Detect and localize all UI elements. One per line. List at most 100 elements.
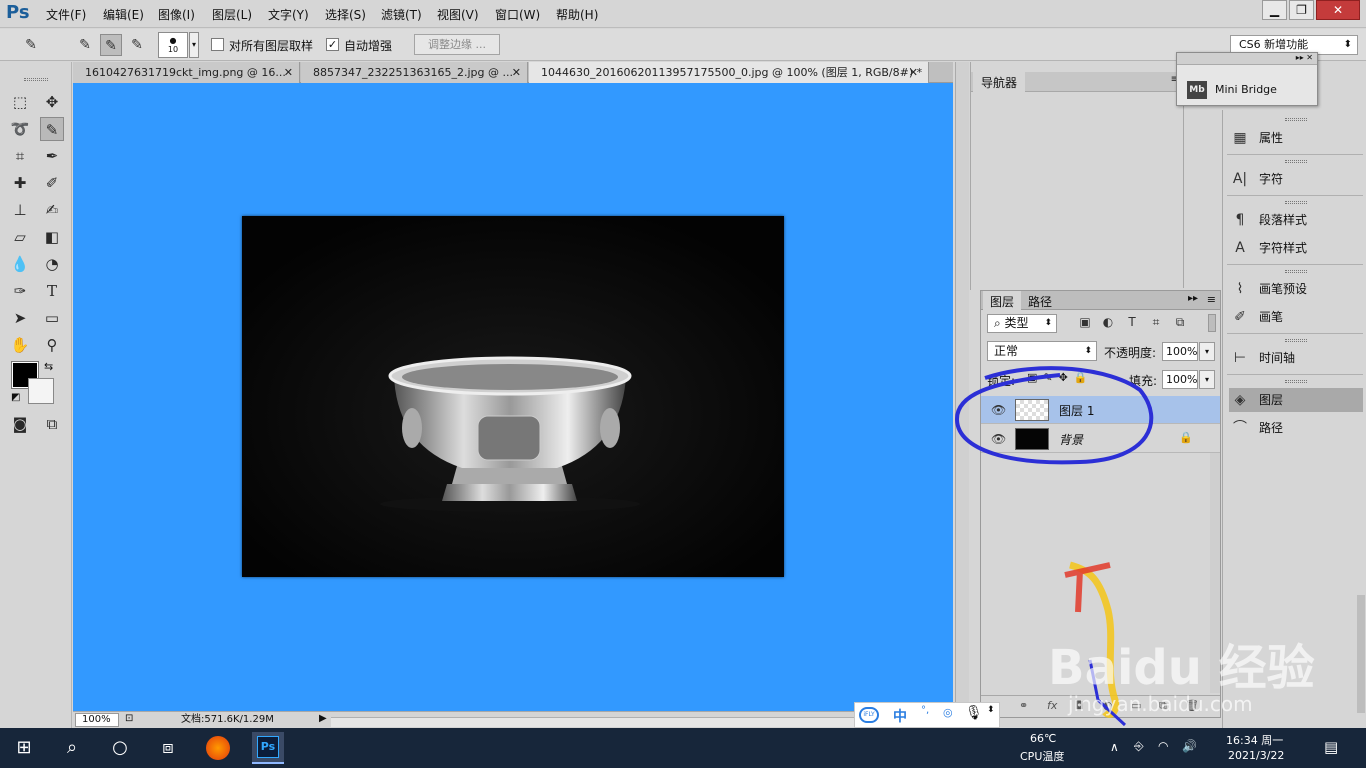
healing-brush-tool-icon[interactable]: ✚	[8, 171, 32, 195]
close-icon[interactable]: ✕	[909, 62, 918, 83]
menu-view[interactable]: 视图(V)	[437, 6, 479, 23]
quick-mask-icon[interactable]: ◙	[8, 412, 32, 436]
menu-window[interactable]: 窗口(W)	[495, 6, 540, 23]
background-color-swatch[interactable]	[28, 378, 54, 404]
clone-stamp-tool-icon[interactable]: ⊥	[8, 198, 32, 222]
search-icon[interactable]: ⌕	[60, 736, 84, 760]
volume-icon[interactable]: 🔊	[1182, 739, 1197, 753]
hand-tool-icon[interactable]: ✋	[8, 333, 32, 357]
collapse-icon[interactable]: ▸▸	[1296, 53, 1304, 62]
eraser-tool-icon[interactable]: ▱	[8, 225, 32, 249]
document-image[interactable]	[242, 216, 784, 577]
pen-tool-icon[interactable]: ✑	[8, 279, 32, 303]
default-colors-icon[interactable]: ◩	[11, 392, 20, 403]
visibility-eye-icon[interactable]: 👁	[991, 432, 1006, 446]
tab-paths[interactable]: 路径	[1021, 291, 1059, 310]
task-view-icon[interactable]: ⧈	[156, 736, 180, 760]
panel-dock-divider[interactable]	[955, 62, 969, 728]
visibility-eye-icon[interactable]: 👁	[991, 403, 1006, 417]
panel-paths[interactable]: ⌒ 路径	[1229, 416, 1363, 440]
filter-smart-object-icon[interactable]: ⧉	[1171, 315, 1189, 332]
doc-tab-2[interactable]: 8857347_232251363165_2.jpg @ ... ✕	[301, 62, 528, 83]
layer-style-fx-button[interactable]: fx	[1047, 699, 1057, 712]
panel-brush[interactable]: ✐ 画笔	[1229, 305, 1363, 329]
panel-scrollbar[interactable]	[1357, 595, 1365, 713]
clock-date[interactable]: 2021/3/22	[1228, 749, 1284, 762]
close-icon[interactable]: ✕	[284, 62, 293, 83]
show-hidden-icons-icon[interactable]: ∧	[1110, 740, 1119, 754]
close-icon[interactable]: ✕	[1306, 53, 1313, 62]
ime-more-icon[interactable]: ⬍	[987, 705, 995, 715]
panel-grip[interactable]	[1285, 160, 1307, 163]
tool-preset-picker-icon[interactable]: ✎	[20, 34, 42, 56]
path-selection-tool-icon[interactable]: ➤	[8, 306, 32, 330]
lock-icons[interactable]: ▣✎✥🔒	[1027, 371, 1094, 384]
layer-row-background[interactable]: 👁 背景 🔒	[981, 425, 1220, 453]
clock-time[interactable]: 16:34 周一	[1226, 732, 1283, 748]
punctuation-icon[interactable]: °,	[921, 705, 929, 716]
crop-tool-icon[interactable]: ⌗	[8, 144, 32, 168]
panel-grip[interactable]	[1285, 270, 1307, 273]
panel-paragraph-styles[interactable]: ¶ 段落样式	[1229, 208, 1363, 232]
menu-file[interactable]: 文件(F)	[46, 6, 86, 23]
mini-bridge-panel[interactable]: ▸▸ ✕ Mb Mini Bridge	[1176, 52, 1318, 106]
history-brush-tool-icon[interactable]: ✍	[40, 198, 64, 222]
move-tool-icon[interactable]: ✥	[40, 90, 64, 114]
blend-mode-select[interactable]: 正常 ⬍	[987, 341, 1097, 361]
rectangle-tool-icon[interactable]: ▭	[40, 306, 64, 330]
marquee-tool-icon[interactable]: ⬚	[8, 90, 32, 114]
doc-tab-3-active[interactable]: 1044630_20160620113957175500_0.jpg @ 100…	[529, 62, 929, 83]
mini-bridge-header[interactable]: ▸▸ ✕	[1177, 53, 1317, 65]
panel-brush-presets[interactable]: ⌇ 画笔预设	[1229, 277, 1363, 301]
status-menu-arrow-icon[interactable]: ▶	[319, 713, 327, 724]
zoom-level-field[interactable]: 100%	[75, 713, 119, 727]
swap-colors-icon[interactable]: ⇆	[44, 360, 53, 373]
microphone-icon[interactable]: 🎙	[965, 705, 983, 721]
brush-dropdown-arrow-icon[interactable]: ▾	[189, 32, 199, 58]
tab-layers[interactable]: 图层	[983, 291, 1022, 310]
screen-mode-icon[interactable]: ⧉	[40, 412, 64, 436]
filter-shape-icon[interactable]: ⌗	[1147, 315, 1165, 332]
firefox-icon[interactable]	[206, 736, 230, 760]
dodge-tool-icon[interactable]: ◔	[40, 252, 64, 276]
brush-size-picker[interactable]: ● 10	[158, 32, 188, 58]
layer-name[interactable]: 背景	[1059, 431, 1083, 448]
notifications-icon[interactable]: ▤	[1324, 738, 1338, 756]
blur-tool-icon[interactable]: 💧	[8, 252, 32, 276]
panel-character-styles[interactable]: A 字符样式	[1229, 236, 1363, 260]
panel-grip[interactable]	[1285, 201, 1307, 204]
panel-timeline[interactable]: ⊢ 时间轴	[1229, 346, 1363, 370]
link-layers-icon[interactable]: ⚭	[1019, 699, 1028, 712]
filter-pixel-icon[interactable]: ▣	[1076, 315, 1094, 332]
tab-navigator[interactable]: 导航器	[973, 72, 1026, 92]
menu-image[interactable]: 图像(I)	[158, 6, 195, 23]
panel-menu-icon[interactable]: ≡	[1207, 293, 1216, 306]
close-window-button[interactable]: ✕	[1316, 0, 1360, 20]
new-selection-brush-icon[interactable]: ✎	[74, 34, 96, 56]
filter-toggle[interactable]	[1208, 314, 1216, 332]
panel-layers[interactable]: ◈ 图层	[1229, 388, 1363, 412]
windows-start-icon[interactable]: ⊞	[12, 736, 36, 760]
restore-button[interactable]: ❐	[1289, 0, 1314, 20]
subtract-selection-brush-icon[interactable]: ✎	[126, 34, 148, 56]
menu-edit[interactable]: 编辑(E)	[103, 6, 144, 23]
layer-filter-select[interactable]: ⌕ 类型 ⬍	[987, 314, 1057, 333]
lasso-tool-icon[interactable]: ➰	[8, 117, 32, 141]
fill-field[interactable]: 100%	[1162, 370, 1198, 389]
panel-grip[interactable]	[1285, 380, 1307, 383]
cortana-icon[interactable]: ○	[108, 736, 132, 760]
filter-type-icon[interactable]: T	[1123, 315, 1141, 332]
doc-tab-1[interactable]: 1610427631719ckt_img.png @ 16... ✕	[73, 62, 300, 83]
ime-mode-chinese[interactable]: 中	[893, 706, 907, 726]
layer-name[interactable]: 图层 1	[1059, 402, 1094, 419]
auto-enhance-checkbox[interactable]: ✓	[326, 38, 339, 51]
panel-properties[interactable]: ▦ 属性	[1229, 126, 1363, 150]
photoshop-taskbar-button[interactable]: Ps	[252, 732, 284, 764]
menu-type[interactable]: 文字(Y)	[268, 6, 309, 23]
close-icon[interactable]: ✕	[512, 62, 521, 83]
opacity-field[interactable]: 100%	[1162, 342, 1198, 361]
type-tool-icon[interactable]: T	[40, 279, 64, 303]
filter-adjustment-icon[interactable]: ◐	[1099, 315, 1117, 332]
quick-selection-tool-icon[interactable]: ✎	[40, 117, 64, 141]
menu-filter[interactable]: 滤镜(T)	[381, 6, 422, 23]
